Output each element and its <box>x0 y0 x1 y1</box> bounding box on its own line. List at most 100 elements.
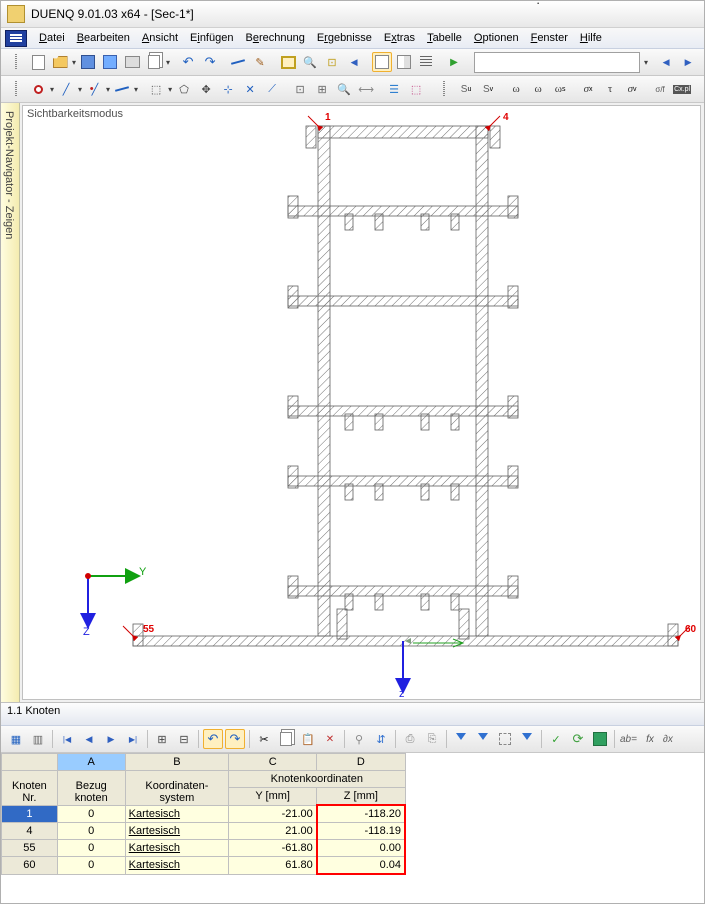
menu-ansicht[interactable]: Ansicht <box>136 30 184 46</box>
print-button[interactable] <box>122 52 142 72</box>
grip-icon[interactable] <box>6 79 26 99</box>
snap-2[interactable]: ⊞ <box>312 79 332 99</box>
save-button[interactable] <box>78 52 98 72</box>
tbl-import[interactable]: ⎙ <box>400 729 420 749</box>
menu-ergebnisse[interactable]: Ergebnisse <box>311 30 378 46</box>
stress-ratio-button[interactable]: σ/f <box>650 79 670 99</box>
find-button[interactable] <box>334 79 354 99</box>
menu-extras[interactable]: Extras <box>378 30 421 46</box>
app-menu-logo[interactable] <box>5 30 27 47</box>
tbl-redo[interactable] <box>225 729 245 749</box>
color-btn[interactable] <box>700 79 704 99</box>
line-button[interactable] <box>112 79 132 99</box>
toolbar-draw: ▾ ╱▾ •╱▾ ▾ ⬚▾ ⬠ ✥ ⊹ ✕ ⟋ ⊡ ⊞ ⟷ ☰ ⬚ u v • … <box>1 76 704 103</box>
tbl-export[interactable]: ⎘ <box>422 729 442 749</box>
col-b[interactable]: B <box>125 754 228 771</box>
intersect-button[interactable]: ✕ <box>240 79 260 99</box>
single-view-button[interactable] <box>372 52 392 72</box>
tbl-prev[interactable] <box>79 729 99 749</box>
omega-s-button[interactable]: s <box>550 79 570 99</box>
tbl-fx[interactable] <box>640 729 660 749</box>
print-report-button[interactable] <box>144 52 164 72</box>
tbl-ab-label[interactable]: ab= <box>620 734 637 745</box>
divide-button[interactable]: ⊹ <box>218 79 238 99</box>
table-grid[interactable]: A B C D KnotenNr. Bezugknoten Koordinate… <box>1 753 704 903</box>
redo-button[interactable] <box>200 52 220 72</box>
menu-tabelle[interactable]: Tabelle <box>421 30 468 46</box>
model-viewport[interactable]: Sichtbarkeitsmodus <box>22 105 701 700</box>
menu-einfuegen[interactable]: Einfügen <box>184 30 239 46</box>
tbl-sort[interactable]: ⇵ <box>371 729 391 749</box>
menu-hilfe[interactable]: Hilfe <box>574 30 608 46</box>
list-view-button[interactable] <box>416 52 436 72</box>
tbl-first[interactable] <box>57 729 77 749</box>
node-button[interactable] <box>28 79 48 99</box>
element-button[interactable]: ╱ <box>56 79 76 99</box>
col-a[interactable]: A <box>57 754 125 771</box>
vis-1[interactable]: ☰ <box>384 79 404 99</box>
tbl-copy[interactable] <box>276 729 296 749</box>
menu-bearbeiten[interactable]: Bearbeiten <box>71 30 136 46</box>
dim-button[interactable]: ⟷ <box>356 79 376 99</box>
su-button[interactable]: u <box>456 79 476 99</box>
tbl-ins[interactable]: ⊞ <box>152 729 172 749</box>
split-view-button[interactable] <box>394 52 414 72</box>
point-element-button[interactable]: •╱ <box>84 79 104 99</box>
tbl-cut[interactable]: ✂ <box>254 729 274 749</box>
calculate-button[interactable] <box>444 52 464 72</box>
open-button[interactable] <box>50 52 70 72</box>
select-button[interactable]: ⬚ <box>146 79 166 99</box>
col-c[interactable]: C <box>229 754 317 771</box>
tbl-filter-4[interactable] <box>517 729 537 749</box>
new-button[interactable] <box>28 52 48 72</box>
snap-1[interactable]: ⊡ <box>290 79 310 99</box>
tbl-filter-2[interactable] <box>473 729 493 749</box>
vis-2[interactable]: ⬚ <box>406 79 426 99</box>
sigma-v-button[interactable]: v <box>622 79 642 99</box>
tbl-filter-3[interactable] <box>495 729 515 749</box>
zoom-window-button[interactable] <box>278 52 298 72</box>
menu-datei[interactable]: Datei <box>33 30 71 46</box>
zoom-extents-button[interactable]: ⊡ <box>322 52 342 72</box>
sigma-x-button[interactable]: x <box>578 79 598 99</box>
menu-berechnung[interactable]: Berechnung <box>239 30 310 46</box>
grip-icon[interactable] <box>434 79 454 99</box>
tbl-paste[interactable]: 📋 <box>298 729 318 749</box>
omega-button[interactable] <box>506 79 526 99</box>
grip-icon[interactable] <box>6 52 26 72</box>
tbl-del[interactable]: ⊟ <box>174 729 194 749</box>
extend-button[interactable]: ⟋ <box>262 79 282 99</box>
tbl-undo[interactable] <box>203 729 223 749</box>
annotate-button[interactable]: ✎ <box>250 52 270 72</box>
nodes-table[interactable]: A B C D KnotenNr. Bezugknoten Koordinate… <box>1 753 406 875</box>
omega-dot-button[interactable]: • <box>528 79 548 99</box>
loadcase-selector[interactable] <box>474 52 640 73</box>
move-button[interactable]: ✥ <box>196 79 216 99</box>
menu-fenster[interactable]: Fenster <box>525 30 574 46</box>
navigator-tab[interactable]: Projekt-Navigator - Zeigen <box>1 103 20 702</box>
next-case-button[interactable] <box>678 52 698 72</box>
tbl-last[interactable] <box>123 729 143 749</box>
measure-button[interactable] <box>228 52 248 72</box>
tbl-btn-cols[interactable]: ▥ <box>28 729 48 749</box>
tbl-check[interactable]: ✓ <box>546 729 566 749</box>
prev-view-button[interactable] <box>344 52 364 72</box>
undo-button[interactable] <box>178 52 198 72</box>
tbl-filter-1[interactable] <box>451 729 471 749</box>
sv-button[interactable]: v <box>478 79 498 99</box>
tbl-find[interactable]: ⚲ <box>349 729 369 749</box>
tbl-next[interactable] <box>101 729 121 749</box>
tbl-delete[interactable] <box>320 729 340 749</box>
zoom-button[interactable] <box>300 52 320 72</box>
cxpl-button[interactable]: Cx.pl <box>672 79 692 99</box>
tbl-dx[interactable]: ∂x <box>663 734 673 745</box>
prev-case-button[interactable] <box>656 52 676 72</box>
save-as-button[interactable] <box>100 52 120 72</box>
tau-button[interactable] <box>600 79 620 99</box>
col-d[interactable]: D <box>317 754 405 771</box>
tbl-btn-grid[interactable]: ▦ <box>6 729 26 749</box>
menu-optionen[interactable]: Optionen <box>468 30 525 46</box>
tbl-excel[interactable] <box>590 729 610 749</box>
select-poly-button[interactable]: ⬠ <box>174 79 194 99</box>
tbl-reload[interactable] <box>568 729 588 749</box>
